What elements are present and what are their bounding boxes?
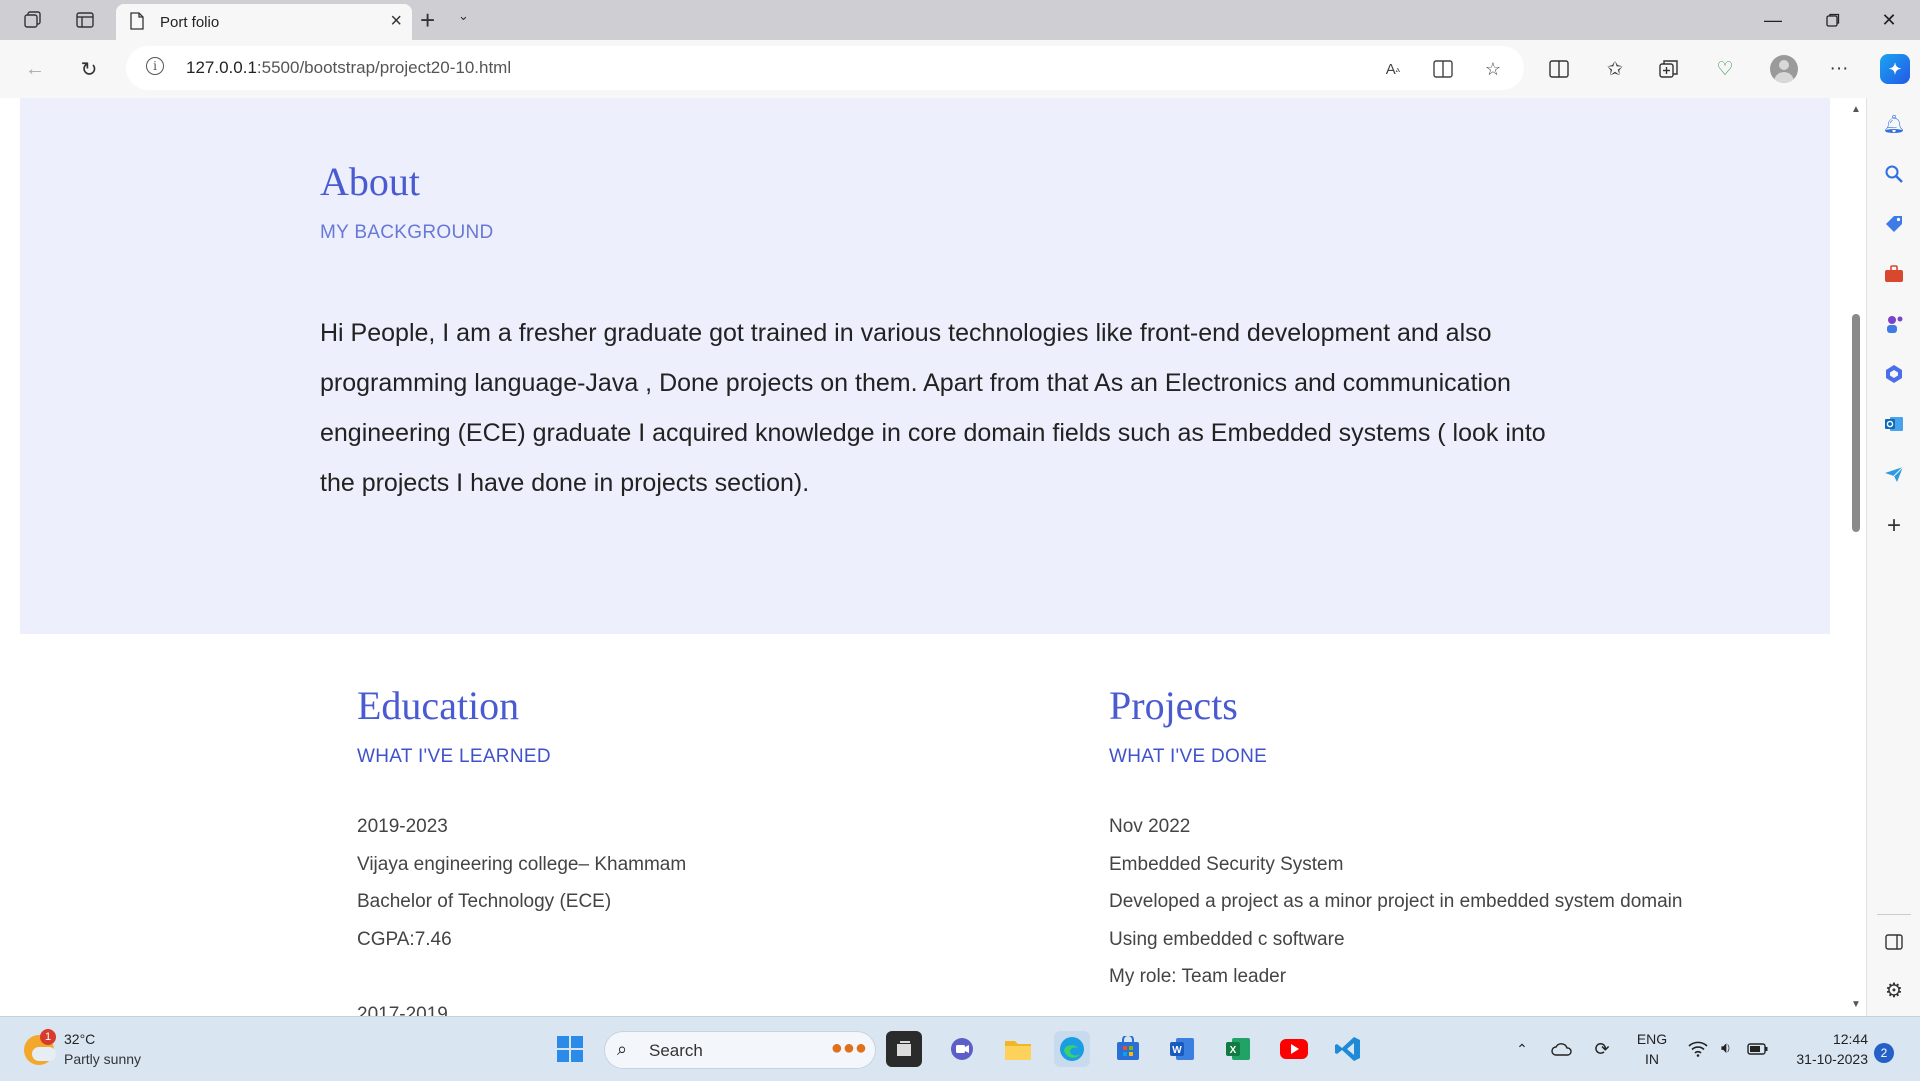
sidebar-divider [1877, 914, 1911, 915]
project-title: Embedded Security System [1109, 854, 1344, 875]
close-window-icon[interactable]: ✕ [1866, 6, 1912, 34]
about-heading: About [320, 159, 420, 204]
collections-icon[interactable] [1656, 56, 1682, 82]
search-icon[interactable] [1880, 160, 1908, 188]
about-subheading: MY BACKGROUND [320, 222, 494, 243]
vscode-icon[interactable] [1330, 1031, 1366, 1067]
weather-condition[interactable]: Partly sunny [64, 1051, 141, 1067]
microsoft-store-icon[interactable] [1110, 1031, 1146, 1067]
page-scrollbar[interactable]: ▲ ▼ [1848, 98, 1864, 1016]
url-text[interactable]: 127.0.0.1:5500/bootstrap/project20-10.ht… [186, 58, 511, 78]
onedrive-cloud-icon[interactable] [1544, 1031, 1580, 1067]
svg-text:X: X [1230, 1045, 1237, 1056]
show-hidden-icons-chevron-icon[interactable]: ⌃ [1504, 1031, 1540, 1067]
browser-essentials-icon[interactable]: ♡ [1712, 56, 1738, 82]
svg-text:W: W [1172, 1045, 1182, 1056]
close-tab-icon[interactable]: × [390, 10, 402, 33]
favorites-icon[interactable]: ✩ [1602, 56, 1628, 82]
edge-browser-icon[interactable] [1054, 1031, 1090, 1067]
education-degree: Bachelor of Technology (ECE) [357, 891, 612, 912]
language-indicator-bottom[interactable]: IN [1632, 1051, 1672, 1067]
clock-time[interactable]: 12:44 [1778, 1031, 1868, 1047]
games-icon[interactable] [1880, 310, 1908, 338]
browser-title-bar: Port folio × + ⌄ — ✕ [0, 0, 1920, 40]
file-explorer-icon[interactable] [1000, 1031, 1036, 1067]
about-section: About MY BACKGROUND Hi People, I am a fr… [20, 98, 1830, 634]
notification-count-badge[interactable]: 2 [1874, 1043, 1894, 1063]
education-institution: Vijaya engineering college– Khammam [357, 854, 687, 875]
tools-briefcase-icon[interactable] [1880, 260, 1908, 288]
scroll-down-icon[interactable]: ▼ [1851, 999, 1861, 1010]
windows-taskbar: 1 32°C Partly sunny ⌕ Search ●●● W X ⌃ ⟳… [0, 1016, 1920, 1081]
scroll-up-icon[interactable]: ▲ [1851, 104, 1861, 115]
copilot-icon[interactable]: ✦ [1880, 54, 1910, 84]
read-aloud-icon[interactable]: Aⲁ [1380, 56, 1406, 82]
browser-toolbar: ← ↻ i 127.0.0.1:5500/bootstrap/project20… [0, 40, 1920, 98]
new-tab-icon[interactable]: + [420, 6, 435, 34]
education-years-2: 2017-2019 [357, 1004, 448, 1016]
taskbar-search-label: Search [649, 1041, 703, 1060]
teams-chat-icon[interactable] [944, 1031, 980, 1067]
sync-icon[interactable]: ⟳ [1584, 1031, 1620, 1067]
battery-icon[interactable] [1740, 1031, 1776, 1067]
excel-icon[interactable]: X [1220, 1031, 1256, 1067]
weather-temperature[interactable]: 32°C [64, 1031, 95, 1047]
start-icon[interactable] [552, 1031, 588, 1067]
projects-subheading: WHAT I'VE DONE [1109, 746, 1268, 767]
taskbar-search[interactable]: ⌕ Search ●●● [604, 1031, 876, 1069]
word-icon[interactable]: W [1164, 1031, 1200, 1067]
about-body: Hi People, I am a fresher graduate got t… [320, 319, 1546, 497]
education-subheading: WHAT I'VE LEARNED [357, 746, 551, 767]
project-description: Developed a project as a minor project i… [1109, 891, 1683, 912]
more-options-icon[interactable]: ··· [1826, 56, 1852, 82]
education-score: CGPA:7.46 [357, 929, 452, 950]
project-software: Using embedded c software [1109, 929, 1345, 950]
projects-heading: Projects [1109, 683, 1238, 728]
pumpkin-icon: ●●● [830, 1037, 867, 1059]
gear-icon[interactable]: ⚙ [1880, 976, 1908, 1004]
chevron-down-icon[interactable]: ⌄ [458, 8, 469, 24]
page-icon [130, 12, 144, 30]
microsoft-365-icon[interactable] [1880, 360, 1908, 388]
search-icon: ⌕ [617, 1039, 628, 1059]
immersive-reader-icon[interactable] [1430, 56, 1456, 82]
favorite-star-icon[interactable]: ☆ [1480, 56, 1506, 82]
project-date: Nov 2022 [1109, 816, 1191, 837]
drop-send-icon[interactable] [1880, 460, 1908, 488]
page-viewport: About MY BACKGROUND Hi People, I am a fr… [0, 98, 1848, 1016]
profile-avatar[interactable] [1770, 55, 1798, 83]
volume-icon[interactable]: 🔉︎ [1708, 1031, 1744, 1067]
site-info-icon[interactable]: i [146, 57, 164, 75]
address-bar[interactable]: i 127.0.0.1:5500/bootstrap/project20-10.… [126, 46, 1524, 90]
minimize-icon[interactable]: — [1750, 6, 1796, 34]
refresh-icon[interactable]: ↻ [74, 54, 104, 84]
education-years: 2019-2023 [357, 816, 448, 837]
outlook-icon[interactable] [1880, 410, 1908, 438]
add-sidebar-app-icon[interactable]: + [1880, 512, 1908, 540]
language-indicator-top[interactable]: ENG [1632, 1031, 1672, 1047]
clock-date[interactable]: 31-10-2023 [1778, 1051, 1868, 1067]
shopping-tag-icon[interactable] [1880, 210, 1908, 238]
bell-icon[interactable]: 🔔︎ [1880, 110, 1908, 138]
edge-sidebar: 🔔︎ + ⚙ [1866, 98, 1920, 1016]
back-icon[interactable]: ← [20, 54, 50, 84]
workspaces-icon[interactable] [18, 6, 48, 34]
task-view-icon[interactable] [886, 1031, 922, 1067]
scrollbar-thumb[interactable] [1852, 314, 1860, 532]
hide-sidebar-icon[interactable] [1880, 928, 1908, 956]
tab-title: Port folio [160, 14, 220, 31]
weather-alert-badge: 1 [40, 1029, 56, 1045]
tab-actions-icon[interactable] [70, 6, 100, 34]
project-role: My role: Team leader [1109, 966, 1287, 987]
education-heading: Education [357, 683, 520, 728]
tab-portfolio[interactable]: Port folio × [116, 4, 412, 40]
youtube-icon[interactable] [1276, 1031, 1312, 1067]
split-screen-icon[interactable] [1546, 56, 1572, 82]
restore-icon[interactable] [1810, 6, 1856, 34]
